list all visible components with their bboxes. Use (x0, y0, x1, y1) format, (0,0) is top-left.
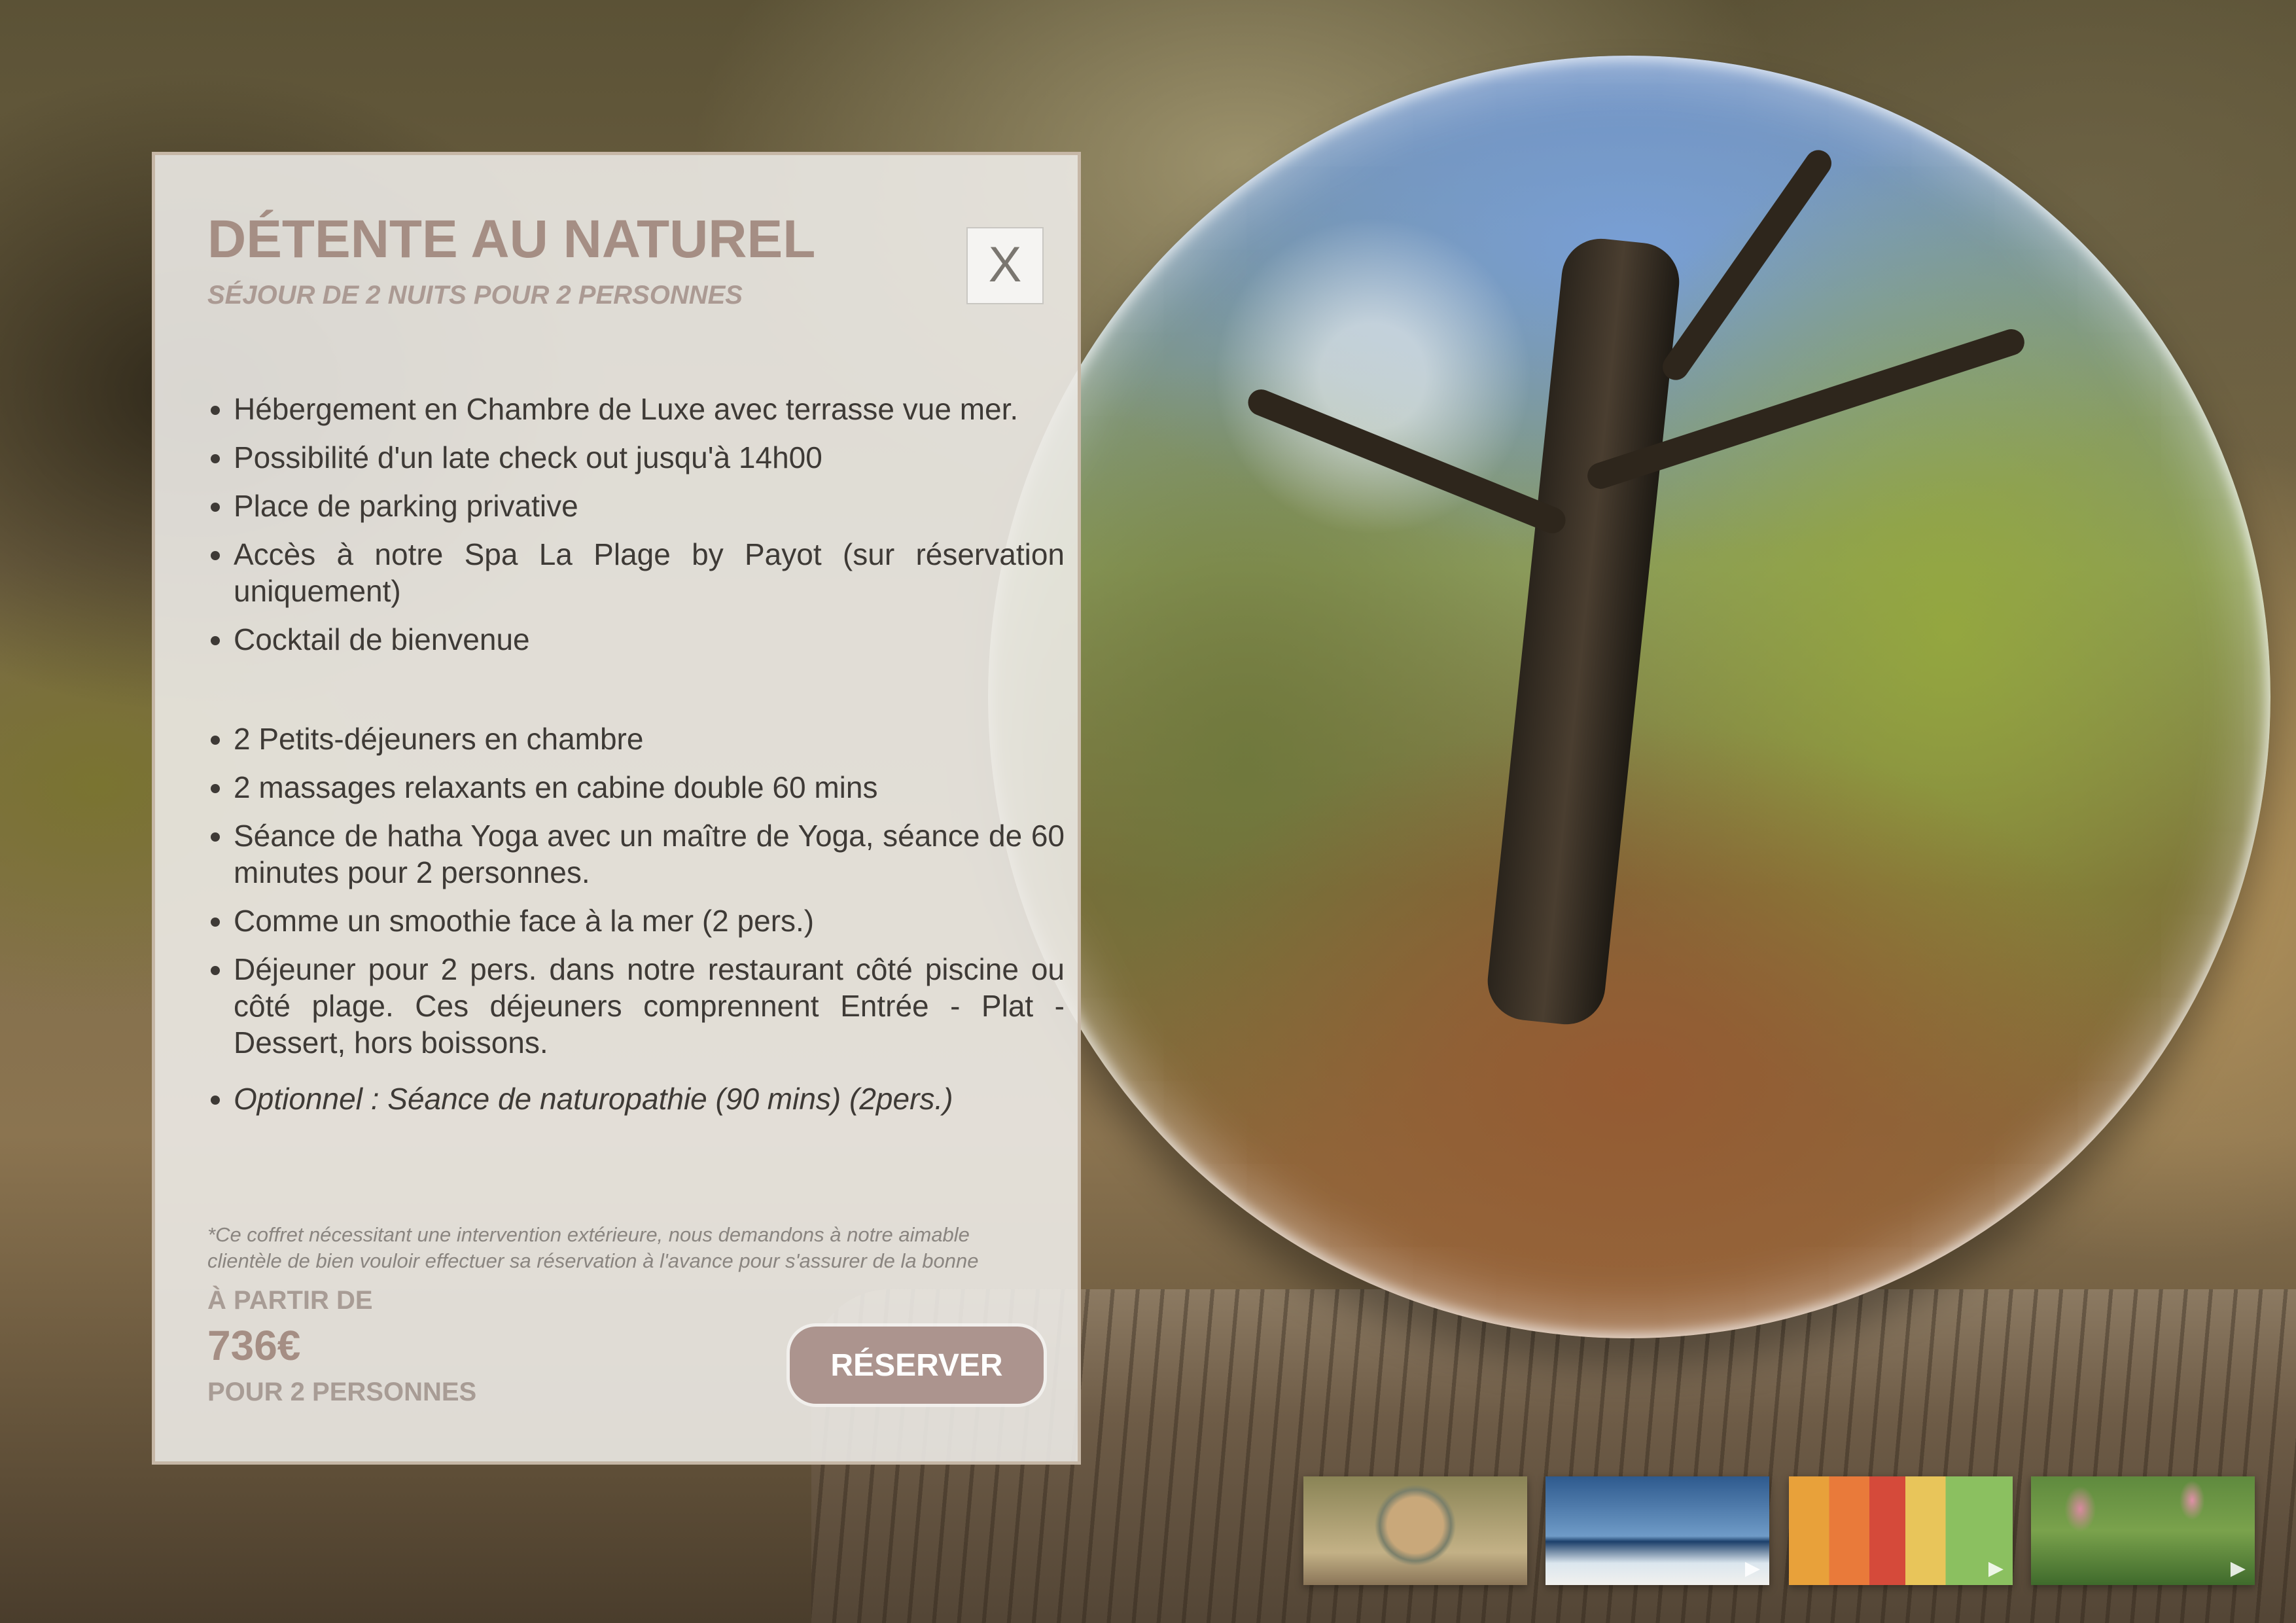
list-item: Place de parking privative (234, 488, 1065, 524)
crystal-ball (988, 56, 2270, 1338)
tree-trunk-reflection (1483, 234, 1684, 1029)
reserve-button[interactable]: RÉSERVER (790, 1327, 1044, 1404)
offer-title: DÉTENTE AU NATUREL (207, 209, 816, 269)
list-item: Comme un smoothie face à la mer (2 pers.… (234, 902, 1065, 939)
branch-reflection (1244, 385, 1570, 537)
offer-panel: DÉTENTE AU NATUREL SÉJOUR DE 2 NUITS POU… (152, 152, 1081, 1465)
price-prefix: À PARTIR DE (207, 1286, 373, 1315)
list-item: Séance de hatha Yoga avec un maître de Y… (234, 817, 1065, 891)
list-item: 2 massages relaxants en cabine double 60… (234, 769, 1065, 806)
thumbnail-smoothies[interactable]: ▶ (1789, 1476, 2013, 1585)
offer-subtitle: SÉJOUR DE 2 NUITS POUR 2 PERSONNES (207, 281, 743, 310)
close-button[interactable]: X (966, 227, 1044, 304)
price-value: 736€ (207, 1322, 301, 1369)
price-suffix: POUR 2 PERSONNES (207, 1378, 477, 1406)
list-item: Hébergement en Chambre de Luxe avec terr… (234, 391, 1065, 427)
play-icon: ▶ (1988, 1558, 2004, 1579)
list-item: Possibilité d'un late check out jusqu'à … (234, 439, 1065, 476)
thumbnail-yoga-sea[interactable]: ▶ (1545, 1476, 1769, 1585)
thumbnail-flowers[interactable]: ▶ (2031, 1476, 2255, 1585)
list-item: Déjeuner pour 2 pers. dans notre restaur… (234, 951, 1065, 1061)
thumbnail-crystal-ball[interactable] (1303, 1476, 1527, 1585)
list-item: Cocktail de bienvenue (234, 621, 1065, 658)
list-item: Accès à notre Spa La Plage by Payot (sur… (234, 536, 1065, 609)
feature-list: Hébergement en Chambre de Luxe avec terr… (207, 391, 1065, 1129)
list-item: Optionnel : Séance de naturopathie (90 m… (234, 1080, 1065, 1117)
booking-note: *Ce coffret nécessitant une intervention… (207, 1223, 979, 1272)
branch-reflection (1657, 145, 1837, 385)
list-item: 2 Petits-déjeuners en chambre (234, 721, 1065, 757)
play-icon: ▶ (1744, 1558, 1760, 1579)
play-icon: ▶ (2230, 1558, 2246, 1579)
